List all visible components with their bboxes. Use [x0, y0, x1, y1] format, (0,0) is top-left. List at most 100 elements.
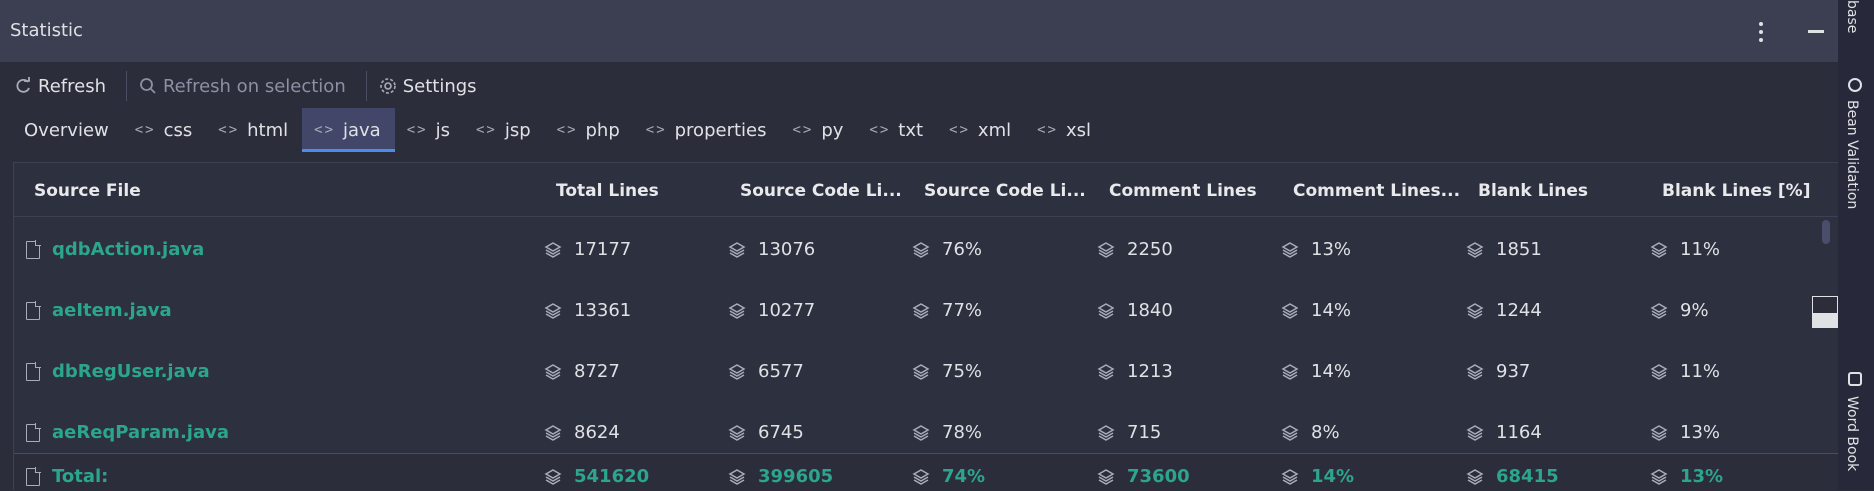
- total-value: 74%: [942, 466, 986, 487]
- layers-icon: [728, 241, 746, 258]
- vertical-scrollbar[interactable]: [1822, 220, 1830, 244]
- code-icon: <>: [556, 122, 578, 138]
- code-icon: <>: [218, 122, 240, 138]
- blank-lines-cell: 1164: [1466, 422, 1542, 443]
- cell-value: 13076: [758, 239, 816, 260]
- layers-icon: [728, 468, 746, 485]
- layers-icon: [1466, 424, 1484, 441]
- settings-label: Settings: [402, 75, 477, 97]
- tab-php[interactable]: <> php: [545, 108, 634, 152]
- file-name[interactable]: aeReqParam.java: [52, 422, 229, 443]
- tab-txt[interactable]: <> txt: [857, 108, 937, 152]
- minimize-icon[interactable]: [1808, 30, 1824, 33]
- tab-java[interactable]: <> java: [302, 108, 395, 152]
- code-icon: <>: [792, 122, 814, 138]
- tab-label: py: [821, 119, 844, 141]
- blank-pct-cell: 13%: [1650, 422, 1720, 443]
- total-comment-lines: 73600: [1097, 466, 1190, 487]
- side-tab-bean-validation[interactable]: Bean Validation: [1844, 100, 1860, 209]
- refresh-button[interactable]: Refresh: [12, 70, 116, 102]
- file-name[interactable]: aeItem.java: [52, 300, 172, 321]
- side-tab-base[interactable]: base: [1844, 0, 1860, 33]
- cell-value: 8%: [1311, 422, 1340, 443]
- header-blank-lines-pct[interactable]: Blank Lines [%]: [1662, 181, 1810, 201]
- table-row[interactable]: qdbAction.java 17177 13076 76% 2250 13% 1851 11…: [14, 217, 1840, 278]
- layers-icon: [1650, 363, 1668, 380]
- code-icon: <>: [949, 122, 970, 138]
- comment-pct-cell: 14%: [1281, 361, 1351, 382]
- file-name[interactable]: dbRegUser.java: [52, 361, 210, 382]
- cell-value: 11%: [1680, 239, 1721, 260]
- layers-icon: [1097, 424, 1115, 441]
- total-value: 73600: [1127, 466, 1190, 487]
- side-tab-word-book[interactable]: Word Book: [1844, 396, 1860, 471]
- table-row[interactable]: aeReqParam.java 8624 6745 78% 715 8% 1164 13%: [14, 400, 1840, 461]
- blank-lines-cell: 1851: [1466, 239, 1542, 260]
- settings-button[interactable]: Settings: [377, 70, 487, 102]
- header-comment-lines-pct[interactable]: Comment Lines...: [1293, 181, 1460, 201]
- tab-jsp[interactable]: <> jsp: [464, 108, 545, 152]
- cell-value: 13%: [1311, 239, 1352, 260]
- layers-icon: [1466, 241, 1484, 258]
- tab-html[interactable]: <> html: [206, 108, 302, 152]
- file-type-tabs: Overview <> css <> html <> java <> js <> jsp …: [0, 108, 1838, 152]
- total-lines-cell: 17177: [544, 239, 631, 260]
- header-source-code-lines[interactable]: Source Code Li...: [740, 181, 902, 201]
- refresh-on-selection-button[interactable]: Refresh on selection: [137, 70, 356, 102]
- table-row[interactable]: dbRegUser.java 8727 6577 75% 1213 14% 937 11%: [14, 339, 1840, 400]
- source-file-cell[interactable]: dbRegUser.java: [26, 361, 210, 382]
- blank-pct-cell: 11%: [1650, 361, 1720, 382]
- header-source-code-lines-pct[interactable]: Source Code Li...: [924, 181, 1086, 201]
- right-tool-strip: base Bean Validation Word Book: [1838, 0, 1874, 490]
- bean-validation-icon: [1848, 78, 1862, 92]
- tab-label: xsl: [1065, 119, 1091, 141]
- layers-icon: [912, 468, 930, 485]
- tab-xsl[interactable]: <> xsl: [1025, 108, 1105, 152]
- comment-pct-cell: 14%: [1281, 300, 1351, 321]
- source-file-cell[interactable]: aeReqParam.java: [26, 422, 229, 443]
- tab-label: java: [343, 119, 381, 141]
- tab-properties[interactable]: <> properties: [634, 108, 781, 152]
- total-blank-pct: 13%: [1650, 466, 1723, 487]
- toolbar: Refresh Refresh on selection Settings: [0, 64, 1838, 108]
- layers-icon: [912, 363, 930, 380]
- corner-toggle[interactable]: [1812, 296, 1838, 328]
- header-comment-lines[interactable]: Comment Lines: [1109, 181, 1257, 201]
- header-blank-lines[interactable]: Blank Lines: [1478, 181, 1588, 201]
- layers-icon: [1281, 302, 1299, 319]
- tab-overview[interactable]: Overview: [12, 108, 123, 152]
- layers-icon: [728, 302, 746, 319]
- layers-icon: [1650, 302, 1668, 319]
- cell-value: 1840: [1127, 300, 1173, 321]
- header-total-lines[interactable]: Total Lines: [556, 181, 659, 201]
- layers-icon: [728, 424, 746, 441]
- file-icon: [26, 300, 41, 320]
- source-file-cell[interactable]: aeItem.java: [26, 300, 172, 321]
- tab-css[interactable]: <> css: [123, 108, 207, 152]
- tab-xml[interactable]: <> xml: [937, 108, 1025, 152]
- layers-icon: [544, 363, 562, 380]
- tab-py[interactable]: <> py: [780, 108, 857, 152]
- toolbar-separator: [125, 71, 127, 101]
- refresh-label: Refresh: [38, 75, 106, 97]
- total-value: 13%: [1680, 466, 1724, 487]
- file-name[interactable]: qdbAction.java: [52, 239, 204, 260]
- table-row[interactable]: aeItem.java 13361 10277 77% 1840 14% 1244 9%: [14, 278, 1840, 339]
- more-options-icon[interactable]: [1754, 22, 1768, 42]
- layers-icon: [1466, 302, 1484, 319]
- refresh-on-selection-label: Refresh on selection: [162, 75, 346, 97]
- source-lines-cell: 10277: [728, 300, 815, 321]
- layers-icon: [1281, 468, 1299, 485]
- header-source-file[interactable]: Source File: [34, 181, 141, 201]
- file-icon: [26, 361, 41, 381]
- layers-icon: [912, 424, 930, 441]
- file-icon: [26, 239, 41, 259]
- layers-icon: [544, 424, 562, 441]
- tab-js[interactable]: <> js: [395, 108, 464, 152]
- source-file-cell[interactable]: qdbAction.java: [26, 239, 204, 260]
- cell-value: 1244: [1496, 300, 1542, 321]
- file-icon: [26, 466, 41, 486]
- layers-icon: [1466, 363, 1484, 380]
- comment-lines-cell: 2250: [1097, 239, 1173, 260]
- comment-lines-cell: 1840: [1097, 300, 1173, 321]
